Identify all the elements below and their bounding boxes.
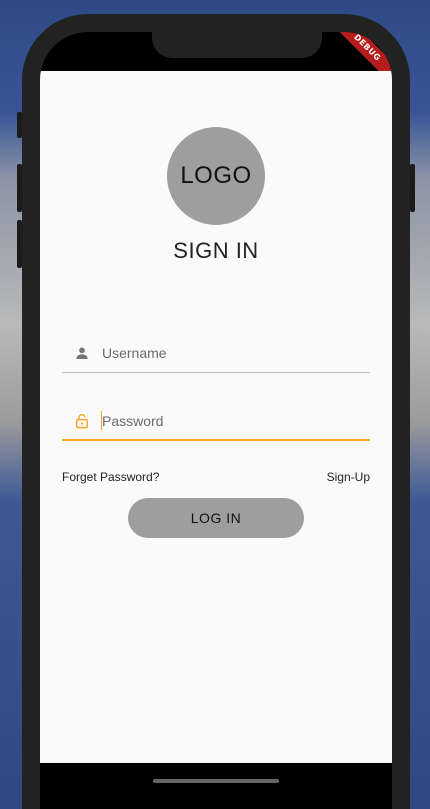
phone-screen: DEBUG LOGO SIGN IN Username Password For… (40, 32, 392, 809)
login-button-label: LOG IN (190, 510, 242, 526)
mute-switch (17, 112, 22, 138)
person-icon (76, 347, 88, 359)
home-indicator (153, 779, 279, 783)
password-underline (62, 439, 370, 441)
logo-text: LOGO (180, 162, 252, 189)
login-button[interactable]: LOG IN (128, 498, 304, 538)
notch (152, 32, 322, 58)
username-field[interactable]: Username (62, 335, 370, 373)
logo: LOGO (167, 127, 265, 225)
password-placeholder: Password (102, 413, 164, 429)
power-button (410, 164, 415, 212)
page-title: SIGN IN (173, 238, 259, 263)
username-placeholder: Username (102, 345, 167, 361)
sign-in-page: LOGO SIGN IN Username Password Forget Pa… (40, 71, 392, 763)
username-underline (62, 372, 370, 373)
phone-frame: DEBUG LOGO SIGN IN Username Password For… (17, 14, 415, 809)
forget-password-link[interactable]: Forget Password? (62, 470, 159, 484)
sign-up-link[interactable]: Sign-Up (327, 470, 370, 484)
password-field[interactable]: Password (62, 403, 370, 441)
lock-open-icon (75, 413, 89, 429)
volume-down-button (17, 220, 22, 268)
volume-up-button (17, 164, 22, 212)
